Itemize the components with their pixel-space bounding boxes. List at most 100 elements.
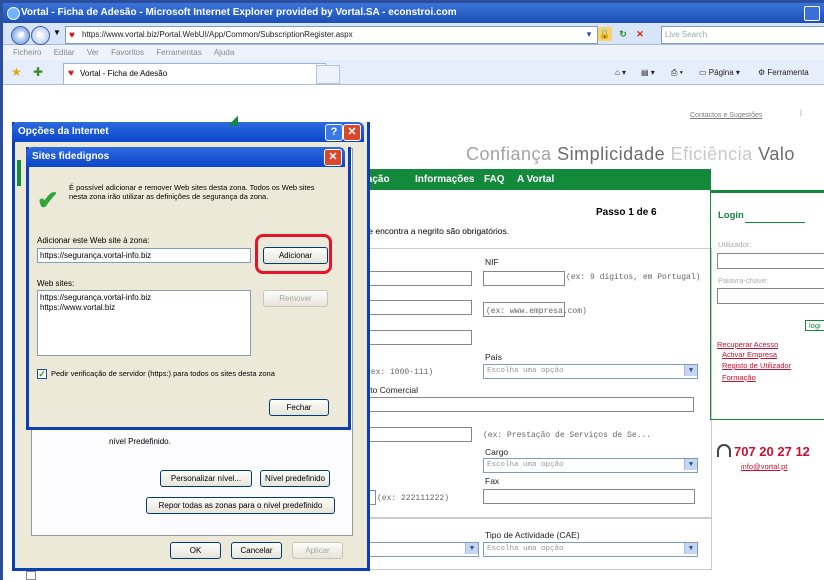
phone-text: 707 20 27 12 — [734, 444, 810, 459]
country-select[interactable]: Escolha uma opção ▼ — [483, 364, 698, 379]
slogan-valor: Valo — [758, 144, 795, 164]
login-title-rule — [745, 222, 805, 223]
list-item[interactable]: https://segurança.vortal-info.biz — [40, 293, 250, 303]
activate-company-link[interactable]: Activar Empresa — [722, 350, 777, 359]
nav-item-vortal[interactable]: A Vortal — [517, 169, 554, 190]
chevron-down-icon: ▼ — [684, 365, 697, 376]
close-button[interactable]: Fechar — [269, 399, 329, 416]
user-register-link[interactable]: Registo de Utilizador — [722, 361, 791, 370]
add-site-input[interactable]: https://segurança.vortal-info.biz — [37, 248, 251, 263]
page-menu[interactable]: ▭ Página ▾ — [699, 65, 740, 81]
tools-menu[interactable]: ⚙ Ferramenta — [758, 65, 809, 81]
chevron-down-icon: ▼ — [465, 543, 478, 554]
tab-bar: ★ ✚ ♥ Vortal - Ficha de Adesão ⌂ ▾ ▤ ▾ ⎙… — [3, 60, 824, 85]
user-input[interactable] — [717, 253, 824, 269]
required-note: se encontra a negrito são obrigatórios. — [364, 226, 510, 236]
activity-input[interactable] — [366, 427, 472, 442]
slogan-simplicidade: Simplicidade — [557, 144, 666, 164]
help-button[interactable]: ? — [325, 124, 343, 141]
lock-icon[interactable]: 🔒 — [598, 27, 612, 41]
menu-edit[interactable]: Editar — [54, 48, 75, 57]
vortal-logo-fragment: ◢ — [228, 112, 238, 127]
browser-title-bar: Vortal - Ficha de Adesão - Microsoft Int… — [3, 3, 824, 23]
apply-button[interactable]: Aplicar — [292, 542, 343, 559]
chevron-down-icon: ▼ — [684, 459, 697, 470]
trusted-sites-dialog: Sites fidedignos ✕ ✔ É possível adiciona… — [26, 147, 351, 430]
forward-button[interactable]: ► — [31, 26, 50, 45]
recover-access-link[interactable]: Recuperar Acesso — [717, 340, 778, 349]
user-label: Utilizador: — [718, 240, 752, 249]
ok-button[interactable]: OK — [170, 542, 221, 559]
login-button[interactable]: logi — [805, 320, 824, 331]
password-input[interactable] — [717, 288, 824, 304]
posto-input[interactable] — [366, 397, 694, 412]
cancel-button[interactable]: Cancelar — [231, 542, 282, 559]
close-icon[interactable]: ✕ — [343, 124, 361, 141]
highlight-ring — [255, 234, 332, 274]
postal-hint: (ex: 1000-111) — [366, 368, 434, 377]
nav-item-informacoes[interactable]: Informações — [415, 169, 474, 190]
back-button[interactable]: ◄ — [11, 26, 30, 45]
add-favorites-icon[interactable]: ✚ — [33, 65, 43, 79]
nav-item-faq[interactable]: FAQ — [484, 169, 505, 190]
url-field[interactable]: ♥ https://www.vortal.biz/Portal.WebUI/Ap… — [65, 26, 598, 44]
trusted-sites-title: Sites fidedignos — [32, 151, 110, 162]
fax-input[interactable] — [483, 489, 695, 504]
company-name-input[interactable] — [366, 271, 472, 286]
slogan: Confiança Simplicidade Eficiência Valo — [466, 144, 795, 165]
trusted-description: É possível adicionar e remover Web sites… — [69, 183, 315, 201]
default-level-button[interactable]: Nível predefinido — [260, 470, 330, 487]
tab-favicon-icon: ♥ — [68, 68, 74, 79]
close-icon[interactable]: ✕ — [324, 149, 342, 166]
sites-list[interactable]: https://segurança.vortal-info.biz https:… — [37, 290, 251, 356]
home-icon[interactable]: ⌂ ▾ — [615, 65, 626, 81]
remove-button[interactable]: Remover — [263, 290, 328, 307]
url-dropdown-icon[interactable]: ▾ — [582, 27, 596, 41]
new-tab-button[interactable] — [316, 65, 340, 84]
https-checkbox[interactable]: ✓ — [37, 369, 47, 379]
favorites-star-icon[interactable]: ★ — [11, 65, 22, 79]
phone-hint: (ex: 222111222) — [377, 494, 450, 503]
contacts-divider: | — [800, 110, 802, 117]
custom-level-button[interactable]: Personalizar nível... — [160, 470, 252, 487]
nif-hint: (ex: 9 dígitos, em Portugal) — [566, 273, 701, 282]
contacts-link[interactable]: Contactos e Sugestões — [690, 112, 762, 119]
feeds-icon[interactable]: ▤ ▾ — [641, 65, 655, 81]
stop-icon[interactable]: ✕ — [633, 27, 647, 41]
internet-options-title: Opções da Internet — [18, 126, 109, 137]
country-select-value: Escolha uma opção — [487, 367, 564, 375]
training-link[interactable]: Formação — [722, 373, 756, 382]
address-bar: ◄ ► ▼ ♥ https://www.vortal.biz/Portal.We… — [3, 23, 824, 45]
fax-label: Fax — [485, 476, 500, 486]
menu-help[interactable]: Ajuda — [214, 48, 234, 57]
menu-tools[interactable]: Ferramentas — [156, 48, 201, 57]
cae-select-2[interactable]: Escolha uma opção ▼ — [483, 542, 698, 557]
tab-title: Vortal - Ficha de Adesão — [80, 69, 168, 78]
chevron-down-icon: ▼ — [684, 543, 697, 554]
menu-favorites[interactable]: Favoritos — [111, 48, 144, 57]
cargo-select[interactable]: Escolha uma opção ▼ — [483, 458, 698, 473]
cargo-select-value: Escolha uma opção — [487, 461, 564, 469]
menu-file[interactable]: Ficheiro — [13, 48, 41, 57]
email-link[interactable]: info@vortal.pt — [741, 462, 787, 471]
locality-input[interactable] — [366, 330, 472, 345]
cae-select-1[interactable]: ▼ — [366, 542, 479, 557]
level-text: nível Predefinido. — [109, 437, 171, 446]
minimize-button[interactable] — [804, 6, 820, 21]
nif-input[interactable] — [483, 271, 565, 286]
tab-vortal[interactable]: ♥ Vortal - Ficha de Adesão — [63, 63, 326, 84]
login-title: Login — [718, 210, 744, 221]
bottom-checkbox[interactable] — [26, 571, 36, 580]
search-input[interactable]: Live Search — [661, 26, 824, 44]
cargo-label: Cargo — [485, 447, 509, 457]
internet-options-title-bar: Opções da Internet ? ✕ — [12, 122, 364, 142]
print-icon[interactable]: ⎙ ▾ — [671, 65, 683, 81]
nif-label: NIF — [485, 257, 499, 267]
list-item[interactable]: https://www.vortal.biz — [40, 303, 250, 313]
slogan-confianca: Confiança — [466, 144, 552, 164]
refresh-icon[interactable]: ↻ — [616, 27, 630, 41]
reset-all-zones-button[interactable]: Repor todas as zonas para o nível predef… — [146, 497, 335, 514]
address-input[interactable] — [366, 300, 472, 315]
history-dropdown-icon[interactable]: ▼ — [53, 28, 61, 37]
menu-view[interactable]: Ver — [87, 48, 99, 57]
